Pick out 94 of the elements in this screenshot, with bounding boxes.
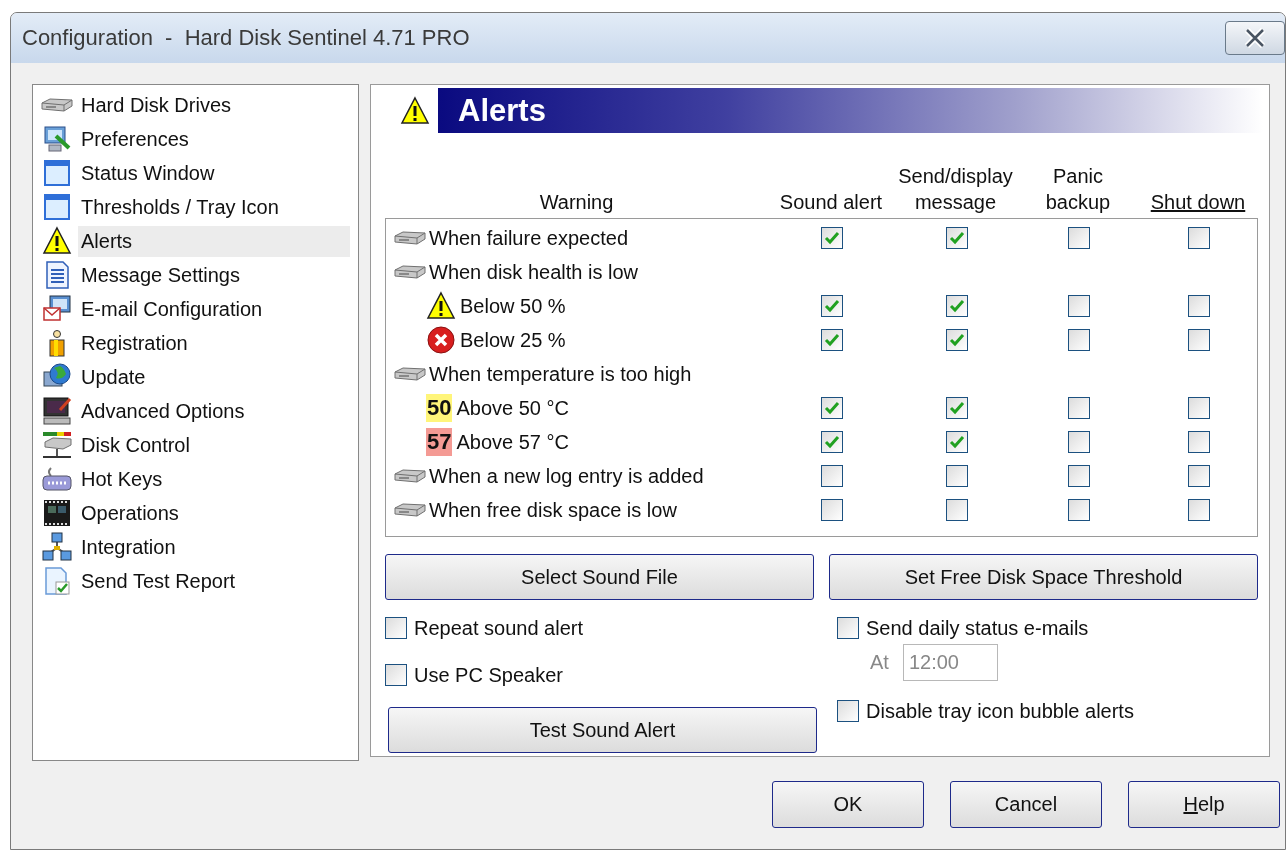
checkbox[interactable]: [1068, 329, 1090, 351]
option-label: Repeat sound alert: [414, 616, 583, 640]
sidebar-item[interactable]: E-mail Configuration: [78, 293, 350, 325]
warning-icon: [426, 291, 456, 321]
checkbox[interactable]: [1188, 227, 1210, 249]
warning-label: When failure expected: [429, 226, 628, 250]
column-header: Shut down: [1149, 190, 1247, 215]
checkbox[interactable]: [837, 700, 859, 722]
warning-label: Above 50 °C: [456, 396, 569, 420]
checkbox[interactable]: [945, 499, 968, 521]
checkbox[interactable]: [1188, 465, 1210, 487]
option-label: Send daily status e-mails: [866, 616, 1089, 640]
warning-label: Below 50 %: [460, 294, 566, 318]
network-icon: [42, 532, 72, 562]
sidebar-item[interactable]: Registration: [78, 327, 350, 359]
window-icon: [43, 193, 71, 221]
checkbox[interactable]: [1068, 465, 1090, 487]
sidebar-item[interactable]: Thresholds / Tray Icon: [78, 191, 350, 223]
sidebar-item[interactable]: Operations: [78, 497, 350, 529]
checkbox[interactable]: [1068, 227, 1090, 249]
checkbox[interactable]: [821, 465, 843, 487]
sidebar-item[interactable]: Message Settings: [78, 259, 350, 291]
sidebar-item[interactable]: Update: [78, 361, 350, 393]
button[interactable]: Cancel: [950, 781, 1102, 828]
temperature-badge: 57: [426, 428, 453, 456]
checkbox[interactable]: [945, 227, 968, 249]
checkbox[interactable]: [385, 664, 407, 686]
button[interactable]: Test Sound Alert: [388, 707, 817, 753]
checkbox[interactable]: [945, 329, 968, 351]
sidebar-item[interactable]: Integration: [78, 531, 350, 563]
checkbox[interactable]: [821, 329, 843, 351]
sidebar-item[interactable]: Alerts: [78, 225, 350, 257]
button[interactable]: OK: [772, 781, 924, 828]
checkbox[interactable]: [945, 431, 968, 453]
button[interactable]: Select Sound File: [385, 554, 814, 600]
warning-label: Above 57 °C: [456, 430, 569, 454]
error-icon: [426, 325, 456, 355]
checkbox[interactable]: [945, 295, 968, 317]
sidebar-item[interactable]: Send Test Report: [78, 565, 350, 597]
checkbox[interactable]: [1068, 499, 1090, 521]
button[interactable]: Set Free Disk Space Threshold: [829, 554, 1258, 600]
report-icon: [43, 566, 71, 596]
column-header: Sound alert: [778, 190, 884, 215]
disk-control-icon: [41, 430, 73, 460]
checkbox[interactable]: [1188, 431, 1210, 453]
registration-icon: [46, 328, 68, 358]
monitor-icon: [42, 124, 72, 154]
option-label: Use PC Speaker: [414, 663, 563, 687]
checkbox[interactable]: [1068, 431, 1090, 453]
sidebar-item[interactable]: Preferences: [78, 123, 350, 155]
checkbox[interactable]: [1188, 499, 1210, 521]
monitor-icon: [42, 396, 72, 426]
checkbox[interactable]: [821, 431, 843, 453]
option-label: Disable tray icon bubble alerts: [866, 699, 1134, 723]
warning-label: Below 25 %: [460, 328, 566, 352]
time-label: At: [870, 651, 889, 674]
warning-icon: [42, 226, 72, 256]
warning-label: When a new log entry is added: [429, 464, 704, 488]
checkbox[interactable]: [821, 227, 843, 249]
checkbox[interactable]: [1068, 397, 1090, 419]
warning-icon: [400, 95, 430, 126]
checkbox[interactable]: [837, 617, 859, 639]
document-icon: [43, 260, 71, 290]
section-title: Alerts: [458, 92, 546, 129]
checkbox[interactable]: [1188, 329, 1210, 351]
checkbox[interactable]: [945, 465, 968, 487]
film-icon: [42, 498, 72, 528]
checkbox[interactable]: [821, 499, 843, 521]
column-header: Warning: [538, 190, 615, 215]
checkbox[interactable]: [1188, 397, 1210, 419]
checkbox[interactable]: [385, 617, 407, 639]
sidebar-item[interactable]: Hot Keys: [78, 463, 350, 495]
warning-label: When free disk space is low: [429, 498, 677, 522]
window-icon: [43, 159, 71, 187]
keyboard-icon: [41, 464, 73, 494]
checkbox[interactable]: [1188, 295, 1210, 317]
checkbox[interactable]: [1068, 295, 1090, 317]
close-button[interactable]: [1225, 21, 1285, 55]
checkbox[interactable]: [821, 295, 843, 317]
warning-label: When disk health is low: [429, 260, 638, 284]
sidebar-item[interactable]: Disk Control: [78, 429, 350, 461]
sidebar-item[interactable]: Hard Disk Drives: [78, 89, 350, 121]
window-title: Configuration - Hard Disk Sentinel 4.71 PRO: [22, 25, 470, 51]
button[interactable]: Help: [1128, 781, 1280, 828]
close-icon: [1244, 28, 1266, 48]
column-header: Panic backup: [1044, 164, 1112, 215]
sidebar-item[interactable]: Status Window: [78, 157, 350, 189]
temperature-badge: 50: [426, 394, 453, 422]
warning-label: When temperature is too high: [429, 362, 692, 386]
sidebar-item[interactable]: Advanced Options: [78, 395, 350, 427]
checkbox[interactable]: [821, 397, 843, 419]
column-header: Send/display message: [897, 164, 1014, 215]
checkbox[interactable]: [945, 397, 968, 419]
email-icon: [42, 294, 72, 324]
